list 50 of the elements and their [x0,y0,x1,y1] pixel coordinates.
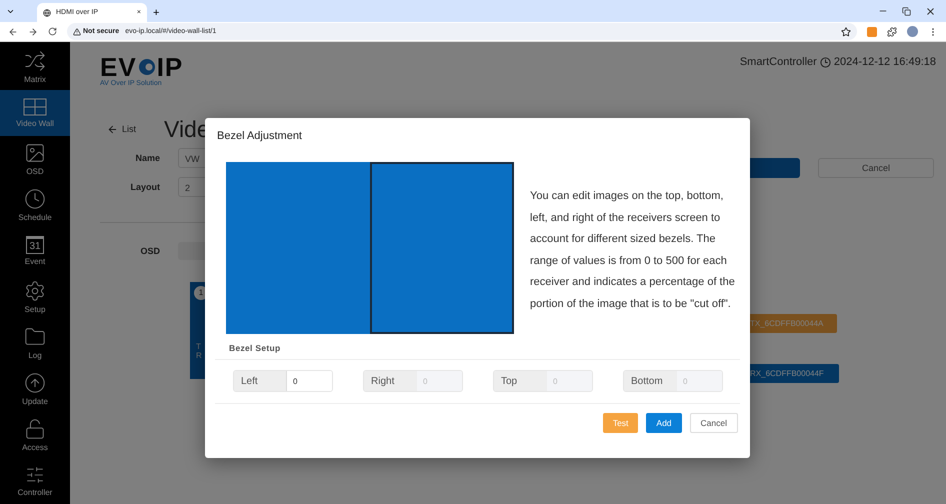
section-heading: Bezel Setup [229,343,282,353]
sidebar-item[interactable]: Schedule [0,182,70,228]
logo: EV IP [100,54,184,80]
settings-icon [24,280,46,302]
puzzle-icon [887,26,897,36]
back-icon [8,26,18,36]
clock-icon [24,188,46,210]
extension-icon[interactable] [867,26,877,36]
sidebar-item[interactable]: Controller [0,458,70,504]
primary-button[interactable]: Add [646,413,682,433]
dialog-title: Bezel Adjustment [216,130,303,142]
sidebar-item[interactable]: Matrix [0,44,70,90]
unlock-icon [24,418,46,440]
osd-label: OSD [139,246,160,256]
bezel-field[interactable]: Left 0 [233,370,333,392]
close-icon [925,6,936,16]
back-arrow-icon [107,124,118,134]
layout-label: Layout [129,182,160,192]
sidebar-item[interactable]: Update [0,366,70,412]
chevron-down-icon [6,7,15,16]
sidebar-item[interactable]: Access [0,412,70,458]
sidebar-item[interactable]: Setup [0,274,70,320]
default-button[interactable]: Cancel [690,413,738,433]
grid-icon [23,98,47,116]
warning-icon [73,28,81,36]
description-text: You can edit images on the top, bottom, left, and right of the receivers screen to account for different sized bezels. The range of values is from 0 to 500 for each receiver and indicates a percentage of the portion of the image that is to be "cut off". [530,189,735,312]
globe-icon [43,8,51,16]
folder-icon [24,326,46,348]
sliders-icon [25,465,45,485]
forward-icon [28,26,38,36]
calendar-icon: 31 [26,236,44,254]
sidebar-item[interactable]: Log [0,320,70,366]
upload-icon [24,372,46,394]
clock-icon [820,56,831,68]
receiver-screen[interactable] [370,162,514,334]
profile-icon[interactable] [907,26,918,37]
controller-name: SmartController [740,56,817,68]
reload-icon [48,27,57,36]
cancel-button[interactable]: Cancel [818,158,934,178]
back-link[interactable]: List [107,124,136,134]
name-label: Name [134,153,160,163]
restore-icon [902,6,911,16]
star-icon [841,26,851,36]
image-icon [24,142,46,164]
date-time: 2024-12-12 16:49:18 [834,56,936,68]
sidebar-item[interactable]: OSD [0,136,70,182]
shuffle-icon [24,50,46,72]
new-tab-button[interactable]: + [153,7,160,19]
sidebar-item[interactable]: Video Wall [0,90,70,136]
sidebar-item[interactable]: 31 Event [0,228,70,274]
